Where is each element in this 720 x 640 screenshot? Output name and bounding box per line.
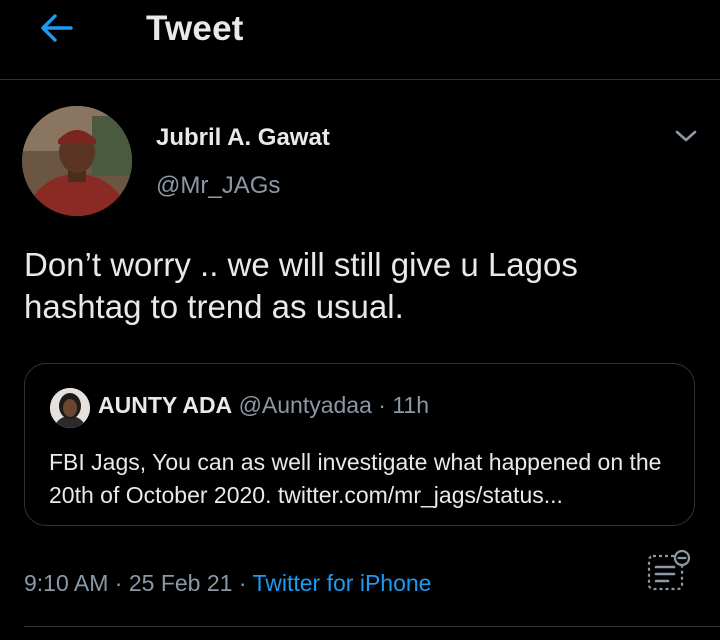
author-avatar[interactable] (22, 106, 132, 216)
meta-separator: · (114, 570, 123, 596)
author-handle[interactable]: @Mr_JAGs (156, 172, 280, 200)
tweet-menu-button[interactable] (668, 118, 704, 154)
tweet-date: 25 Feb 21 (128, 570, 233, 596)
quoted-tweet-header: AUNTY ADA @Auntyadaa · 11h (98, 392, 429, 419)
analytics-icon (647, 549, 691, 591)
top-bar: Tweet (0, 0, 720, 80)
arrow-left-icon (41, 14, 73, 42)
divider (24, 626, 720, 627)
quoted-tweet-text: FBI Jags, You can as well investigate wh… (49, 449, 662, 508)
quoted-tweet[interactable]: AUNTY ADA @Auntyadaa · 11h FBI Jags, You… (24, 363, 695, 526)
quoted-author-meta: @Auntyadaa · 11h (238, 392, 429, 418)
author-name[interactable]: Jubril A. Gawat (156, 124, 330, 152)
quoted-author-name: AUNTY ADA (98, 392, 233, 418)
tweet-time: 9:10 AM (24, 570, 109, 596)
back-button[interactable] (30, 10, 80, 46)
tweet-text: Don’t worry .. we will still give u Lago… (24, 246, 578, 325)
analytics-button[interactable] (646, 548, 692, 594)
meta-separator: · (238, 570, 247, 596)
page-title: Tweet (146, 9, 244, 48)
tweet-metadata: 9:10 AM · 25 Feb 21 · Twitter for iPhone (24, 570, 431, 597)
quoted-author-avatar (50, 388, 90, 428)
tweet-source-link[interactable]: Twitter for iPhone (252, 570, 431, 596)
chevron-down-icon (675, 130, 697, 142)
